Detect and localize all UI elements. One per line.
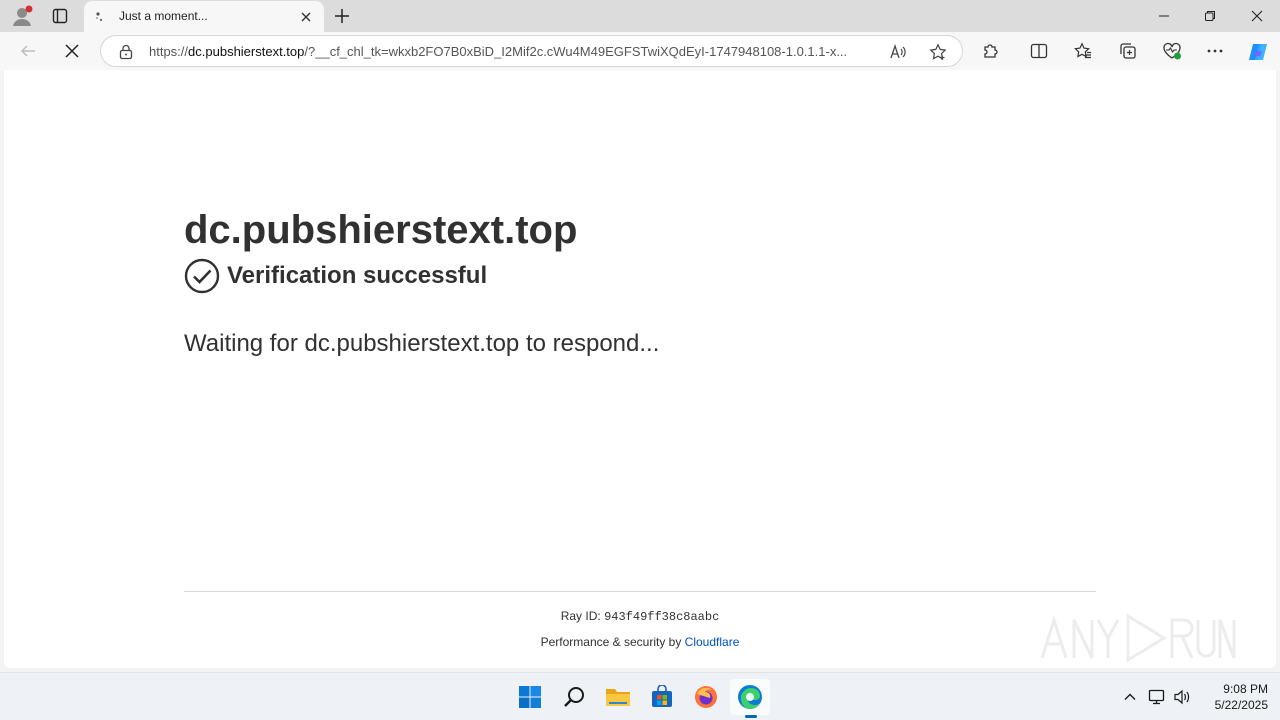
url-host: dc.pubshierstext.top	[188, 44, 305, 59]
tab-title: Just a moment...	[119, 9, 208, 23]
clock-time: 9:08 PM	[1223, 682, 1268, 696]
verification-text: Verification successful	[227, 262, 488, 289]
puzzle-icon[interactable]	[980, 40, 1002, 62]
taskbar: 9:08 PM 5/22/2025	[0, 672, 1280, 720]
system-clock[interactable]: 9:08 PM 5/22/2025	[1196, 681, 1268, 713]
ray-id-label: Ray ID:	[560, 609, 605, 623]
performance-label: Performance & security by	[540, 635, 685, 649]
copilot-icon[interactable]	[1246, 40, 1270, 64]
back-arrow-icon[interactable]	[14, 37, 42, 65]
browser-toolbar: https://dc.pubshierstext.top/?__cf_chl_t…	[0, 32, 1280, 70]
window-close-icon[interactable]	[1234, 0, 1280, 32]
firefox-icon[interactable]	[686, 679, 726, 715]
edge-icon[interactable]	[730, 679, 770, 715]
ellipsis-icon[interactable]	[1204, 40, 1226, 62]
favorites-icon[interactable]	[1072, 40, 1094, 62]
close-icon[interactable]	[297, 8, 315, 26]
cloudflare-link[interactable]: Cloudflare	[685, 635, 740, 649]
store-icon[interactable]	[642, 679, 682, 715]
check-circle-icon	[184, 258, 220, 294]
waiting-message: Waiting for dc.pubshierstext.top to resp…	[184, 330, 660, 357]
ray-id-value: 943f49ff38c8aabc	[604, 610, 720, 624]
read-aloud-icon[interactable]	[887, 41, 909, 63]
clock-date: 5/22/2025	[1214, 698, 1268, 712]
url-text[interactable]: https://dc.pubshierstext.top/?__cf_chl_t…	[149, 44, 879, 59]
page-title: dc.pubshierstext.top	[184, 208, 578, 252]
minimize-icon[interactable]	[1141, 0, 1187, 32]
verification-status: Verification successful	[184, 258, 487, 294]
url-scheme: https://	[149, 44, 189, 59]
url-path: /?__cf_chl_tk=wkxb2FO7B0xBiD_I2Mif2c.cWu…	[304, 44, 848, 59]
page-content: dc.pubshierstext.top Verification succes…	[4, 70, 1276, 668]
footer-divider	[184, 591, 1096, 592]
address-bar[interactable]: https://dc.pubshierstext.top/?__cf_chl_t…	[100, 35, 963, 67]
heart-pulse-icon[interactable]	[1161, 40, 1183, 62]
title-bar: Just a moment...	[0, 0, 1280, 32]
star-icon[interactable]	[927, 41, 949, 63]
folder-icon[interactable]	[598, 679, 638, 715]
restore-icon[interactable]	[1187, 0, 1233, 32]
search-icon[interactable]	[554, 679, 594, 715]
tab-actions-icon[interactable]	[46, 4, 74, 28]
split-screen-icon[interactable]	[1028, 40, 1050, 62]
stop-icon[interactable]	[58, 37, 86, 65]
profile-icon[interactable]	[8, 4, 36, 28]
plus-icon[interactable]	[330, 4, 354, 28]
collections-icon[interactable]	[1117, 40, 1139, 62]
active-app-indicator	[745, 715, 757, 718]
chevron-up-icon[interactable]	[1120, 687, 1140, 707]
tab-active[interactable]: Just a moment...	[84, 1, 324, 32]
network-icon[interactable]	[1147, 687, 1167, 707]
lock-icon[interactable]	[119, 44, 133, 60]
volume-icon[interactable]	[1172, 687, 1192, 707]
windows-start-icon[interactable]	[510, 679, 550, 715]
loading-icon	[94, 10, 108, 24]
anyrun-watermark-logo	[1036, 608, 1236, 668]
